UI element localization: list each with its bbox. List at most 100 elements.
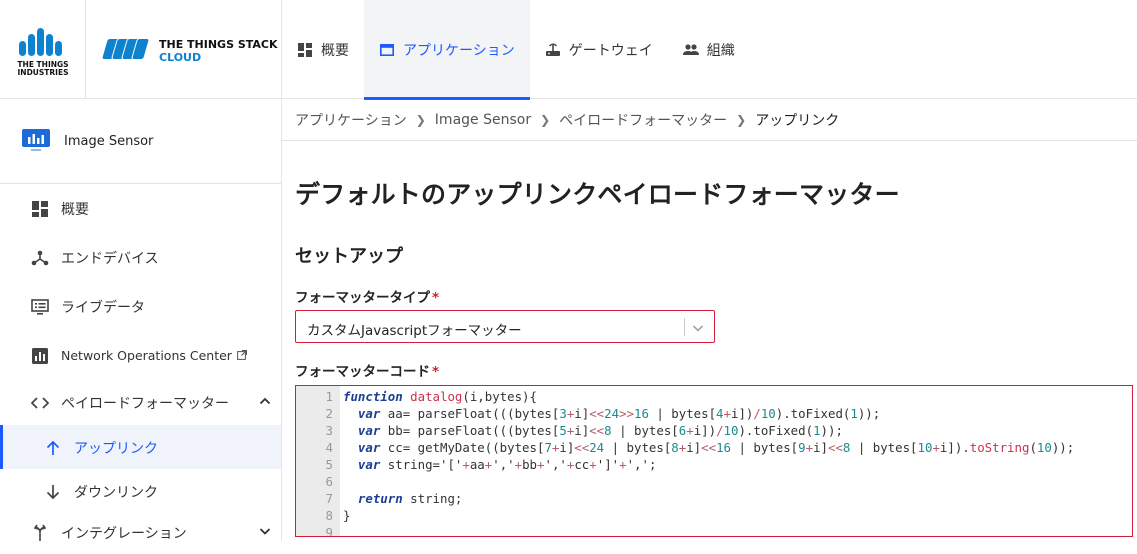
page-title: デフォルトのアップリンクペイロードフォーマッター xyxy=(295,180,900,209)
formatter-code-editor[interactable]: 1 function datalog(i,bytes){2 var aa= par… xyxy=(295,385,1133,537)
line-number: 5 xyxy=(325,457,333,472)
sidebar-item-uplink[interactable]: アップリンク xyxy=(0,425,281,469)
the-things-stack-logo[interactable]: THE THINGS STACK CLOUD xyxy=(86,0,282,99)
formatter-code-label-text: フォーマッターコード xyxy=(295,364,430,380)
formatter-code-label: フォーマッターコード * xyxy=(295,360,439,380)
topnav-gateways[interactable]: ゲートウェイ xyxy=(530,0,668,99)
topnav-overview-label: 概要 xyxy=(321,42,349,59)
sidebar-item-label: 概要 xyxy=(61,202,89,218)
chevron-down-icon[interactable] xyxy=(258,524,272,538)
top-header: THE THINGS INDUSTRIES THE THINGS STACK C… xyxy=(0,0,1137,100)
top-navigation: 概要 アプリケーション ゲートウェイ 組織 xyxy=(282,0,750,100)
formatter-type-label: フォーマッタータイプ * xyxy=(295,286,439,306)
sidebar-item-end-devices[interactable]: エンドデバイス xyxy=(0,235,281,279)
chevron-right-icon: ❯ xyxy=(415,112,426,127)
sidebar-item-live-data[interactable]: ライブデータ xyxy=(0,284,281,328)
sidebar-item-label-wrap: Network Operations Center xyxy=(61,348,247,363)
code-icon xyxy=(31,394,49,412)
people-icon xyxy=(682,42,699,58)
code-line[interactable]: 8} xyxy=(296,507,1132,524)
application-icon xyxy=(379,42,395,58)
sidebar-item-downlink[interactable]: ダウンリンク xyxy=(0,469,281,513)
sidebar-item-label: ライブデータ xyxy=(61,300,145,316)
breadcrumb: アプリケーション ❯ Image Sensor ❯ ペイロードフォーマッター ❯… xyxy=(282,99,1137,141)
sidebar-app-header: Image Sensor xyxy=(0,99,281,184)
sidebar: Image Sensor 概要 エンドデバイス ライブデータ Network O… xyxy=(0,99,282,542)
sidebar-item-label: エンドデバイス xyxy=(61,251,159,267)
sidebar-app-name: Image Sensor xyxy=(64,134,154,149)
required-marker: * xyxy=(432,290,440,306)
sidebar-item-network-operations-center[interactable]: Network Operations Center xyxy=(0,333,281,377)
main-content: アプリケーション ❯ Image Sensor ❯ ペイロードフォーマッター ❯… xyxy=(282,99,1137,541)
formatter-type-value: カスタムJavascriptフォーマッター xyxy=(307,323,522,339)
code-line[interactable]: 9 xyxy=(296,524,1132,537)
code-line[interactable]: 4 var cc= getMyDate((bytes[7+i]<<24 | by… xyxy=(296,439,1132,456)
tti-bars-icon xyxy=(19,28,67,56)
code-text: return string; xyxy=(357,491,463,506)
code-text: var string='['+aa+','+bb+','+cc+']'+','; xyxy=(357,457,657,472)
application-icon xyxy=(22,129,50,151)
arrow-down-icon xyxy=(44,483,62,501)
dashboard-icon xyxy=(31,200,49,218)
line-number: 9 xyxy=(325,525,333,537)
code-line[interactable]: 3 var bb= parseFloat(((bytes[5+i]<<8 | b… xyxy=(296,422,1132,439)
tts-subtitle: CLOUD xyxy=(159,51,202,64)
router-icon xyxy=(545,42,561,58)
select-divider xyxy=(684,318,685,336)
topnav-overview[interactable]: 概要 xyxy=(282,0,364,99)
bar-chart-icon xyxy=(31,347,49,365)
line-number: 2 xyxy=(325,406,333,421)
external-link-icon xyxy=(237,348,247,363)
code-text: var bb= parseFloat(((bytes[5+i]<<8 | byt… xyxy=(357,423,843,438)
code-line[interactable]: 5 var string='['+aa+','+bb+','+cc+']'+',… xyxy=(296,456,1132,473)
chevron-up-icon[interactable] xyxy=(258,394,272,408)
tts-title: THE THINGS STACK xyxy=(159,38,278,51)
device-hub-icon xyxy=(31,249,49,267)
merge-icon xyxy=(31,524,49,542)
sidebar-item-label: アップリンク xyxy=(74,441,158,457)
formatter-type-select[interactable]: カスタムJavascriptフォーマッター xyxy=(295,310,715,343)
code-line[interactable]: 2 var aa= parseFloat(((bytes[3+i]<<24>>1… xyxy=(296,405,1132,422)
code-text: function datalog(i,bytes){ xyxy=(343,389,537,404)
sidebar-item-label: ダウンリンク xyxy=(74,485,158,501)
breadcrumb-application[interactable]: Image Sensor xyxy=(435,112,531,128)
section-title: セットアップ xyxy=(295,246,403,267)
chevron-down-icon xyxy=(691,320,705,334)
code-text: var cc= getMyDate((bytes[7+i]<<24 | byte… xyxy=(357,440,1075,455)
line-number: 6 xyxy=(325,474,333,489)
topnav-organizations[interactable]: 組織 xyxy=(668,0,750,99)
line-number: 4 xyxy=(325,440,333,455)
tts-cards-icon xyxy=(100,38,154,66)
tti-line2: INDUSTRIES xyxy=(17,68,69,77)
line-number: 7 xyxy=(325,491,333,506)
breadcrumb-payload-formatters[interactable]: ペイロードフォーマッター xyxy=(559,110,727,130)
code-line[interactable]: 7 return string; xyxy=(296,490,1132,507)
chevron-right-icon: ❯ xyxy=(540,112,551,127)
chevron-right-icon: ❯ xyxy=(736,112,747,127)
the-things-industries-logo[interactable]: THE THINGS INDUSTRIES xyxy=(0,0,86,99)
sidebar-item-label: インテグレーション xyxy=(61,526,187,542)
topnav-applications-label: アプリケーション xyxy=(403,42,515,59)
formatter-type-label-text: フォーマッタータイプ xyxy=(295,290,430,306)
sidebar-item-integrations[interactable]: インテグレーション xyxy=(0,510,281,554)
required-marker: * xyxy=(432,364,440,380)
topnav-applications[interactable]: アプリケーション xyxy=(364,0,530,100)
code-text: var aa= parseFloat(((bytes[3+i]<<24>>16 … xyxy=(357,406,881,421)
line-number: 3 xyxy=(325,423,333,438)
code-line[interactable]: 6 xyxy=(296,473,1132,490)
sidebar-item-payload-formatters[interactable]: ペイロードフォーマッター xyxy=(0,380,281,424)
code-line[interactable]: 1 function datalog(i,bytes){ xyxy=(296,388,1132,405)
list-alt-icon xyxy=(31,298,49,316)
line-number: 1 xyxy=(325,389,333,404)
arrow-up-icon xyxy=(44,439,62,457)
dashboard-icon xyxy=(297,42,313,58)
topnav-gateways-label: ゲートウェイ xyxy=(568,42,653,59)
breadcrumb-applications[interactable]: アプリケーション xyxy=(295,110,407,130)
sidebar-item-label: Network Operations Center xyxy=(61,348,232,363)
topnav-organizations-label: 組織 xyxy=(706,42,735,59)
code-text: } xyxy=(343,508,351,523)
breadcrumb-uplink: アップリンク xyxy=(755,112,840,129)
sidebar-item-label: ペイロードフォーマッター xyxy=(61,396,229,412)
line-number: 8 xyxy=(325,508,333,523)
sidebar-item-overview[interactable]: 概要 xyxy=(0,186,281,230)
